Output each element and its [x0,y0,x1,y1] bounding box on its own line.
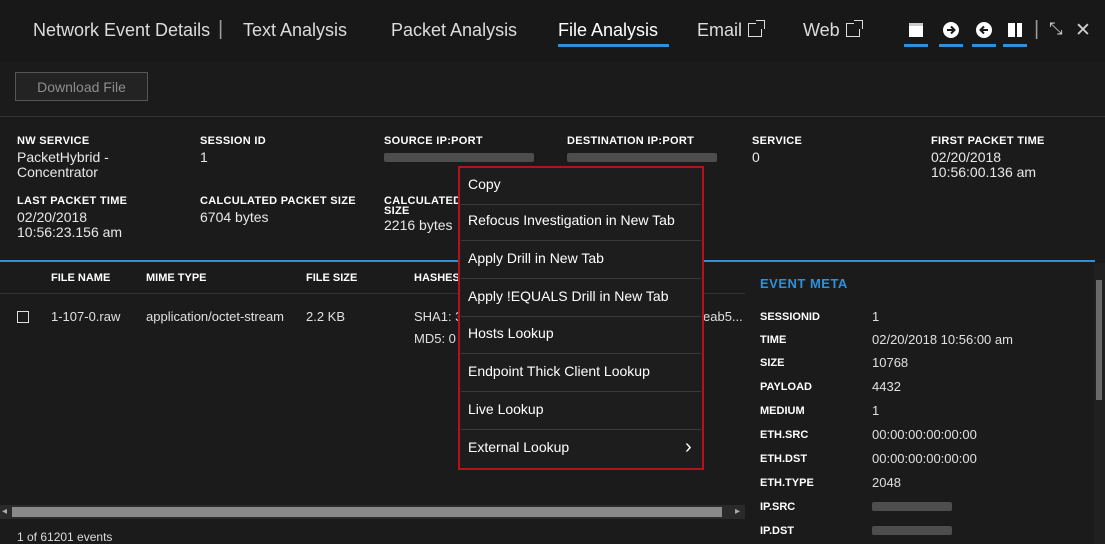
layout-split-underline [1003,44,1027,47]
event-meta-value[interactable]: 00:00:00:00:00:00 [872,427,977,442]
horizontal-scroll-thumb[interactable] [12,507,722,517]
download-file-button[interactable]: Download File [15,72,148,101]
destination-ip-value-redacted [567,153,717,162]
event-meta-key: ETH.TYPE [760,477,814,489]
nw-service-label: NW SERVICE [17,135,90,147]
context-menu-separator [461,391,701,392]
event-meta-title: EVENT META [760,276,848,291]
tab-email[interactable]: Email [697,20,766,41]
event-meta-value[interactable]: 1 [872,309,879,324]
first-packet-time-clock: 10:56:00.136 am [931,164,1037,180]
layout-split-icon[interactable] [1006,21,1024,39]
tab-file-analysis[interactable]: File Analysis [558,20,658,41]
row-checkbox[interactable] [17,311,29,323]
arrow-right-underline [939,44,963,47]
active-tab-indicator [558,44,669,47]
event-meta-key: SIZE [760,357,785,369]
context-menu-item-copy[interactable]: Copy [468,176,501,192]
submenu-arrow-icon: › [685,436,692,458]
calculated-packet-size-label: CALCULATED PACKET SIZE [200,195,356,207]
first-packet-time-label: FIRST PACKET TIME [931,135,1045,147]
session-id-label: SESSION ID [200,135,266,147]
last-packet-time-date: 02/20/2018 [17,209,88,225]
event-meta-value[interactable]: 02/20/2018 10:56:00 am [872,332,1013,347]
destination-ip-label: DESTINATION IP:PORT [567,135,695,147]
context-menu-separator [461,278,701,279]
row-md5: MD5: 0 [414,331,456,346]
vertical-scroll-thumb[interactable] [1096,280,1102,400]
row-mime-type: application/octet-stream [146,309,285,324]
source-ip-label: SOURCE IP:PORT [384,135,483,147]
tab-packet-analysis[interactable]: Packet Analysis [391,20,517,41]
close-icon[interactable]: ✕ [1075,19,1091,42]
context-menu-separator [461,316,701,317]
event-meta-value-redacted [872,526,952,535]
scroll-left-icon[interactable]: ◂ [2,506,7,517]
calculated-packet-size-value: 6704 bytes [200,209,269,225]
external-link-icon [748,20,766,37]
toolbar-separator: | [1034,18,1040,40]
event-meta-value[interactable]: 00:00:00:00:00:00 [872,451,977,466]
event-meta-key: MEDIUM [760,405,805,417]
divider [0,116,1105,117]
col-file-size[interactable]: FILE SIZE [306,272,357,284]
context-menu-separator [461,204,701,205]
source-ip-value-redacted [384,153,534,162]
row-file-size: 2.2 KB [306,309,346,324]
collapse-icon[interactable]: ⤡ [1049,19,1063,39]
row-file-name[interactable]: 1-107-0.raw [51,309,120,324]
context-menu-item-apply-equals-drill-in-new-tab[interactable]: Apply !EQUALS Drill in New Tab [468,288,668,304]
event-meta-value-redacted [872,502,952,511]
events-count: 1 of 61201 events [17,530,113,544]
context-menu-separator [461,429,701,430]
event-meta-key: IP.DST [760,525,795,537]
layout-full-icon[interactable] [907,21,925,39]
calculated-size-value: 2216 bytes [384,217,453,233]
last-packet-time-label: LAST PACKET TIME [17,195,128,207]
scroll-right-icon[interactable]: ▸ [735,506,740,517]
event-meta-value[interactable]: 2048 [872,475,901,490]
event-meta-key: PAYLOAD [760,381,812,393]
col-hashes[interactable]: HASHES [414,272,460,284]
tab-separator: | [218,18,224,40]
layout-full-underline [904,44,928,47]
event-meta-key: ETH.DST [760,453,808,465]
calculated-size-label-2: SIZE [384,205,410,217]
context-menu-item-endpoint-thick-client-lookup[interactable]: Endpoint Thick Client Lookup [468,363,650,379]
nw-service-value: PacketHybrid - Concentrator [17,149,109,180]
col-mime-type[interactable]: MIME TYPE [146,272,207,284]
tab-text-analysis[interactable]: Text Analysis [243,20,347,41]
event-meta-value[interactable]: 10768 [872,355,908,370]
event-meta-key: IP.SRC [760,501,796,513]
col-file-name[interactable]: FILE NAME [51,272,110,284]
arrow-left-underline [972,44,996,47]
event-meta-key: TIME [760,334,787,346]
external-link-icon [845,20,863,37]
tab-email-label: Email [697,20,743,40]
last-packet-time-clock: 10:56:23.156 am [17,224,123,240]
event-meta-value[interactable]: 4432 [872,379,901,394]
context-menu-item-external-lookup[interactable]: External Lookup [468,439,569,455]
arrow-left-circle-icon[interactable] [975,21,993,39]
row-hash-tail: eab5... [703,309,743,324]
row-sha1: SHA1: 3 [414,309,463,324]
first-packet-time-date: 02/20/2018 [931,149,1002,165]
context-menu-separator [461,240,701,241]
event-meta-key: SESSIONID [760,311,820,323]
context-menu-item-apply-drill-in-new-tab[interactable]: Apply Drill in New Tab [468,250,604,266]
service-label: SERVICE [752,135,803,147]
tab-web-label: Web [803,20,840,40]
tab-network-event-details[interactable]: Network Event Details [33,20,210,41]
tab-web[interactable]: Web [803,20,863,41]
context-menu-separator [461,353,701,354]
event-meta-value[interactable]: 1 [872,403,879,418]
context-menu-item-live-lookup[interactable]: Live Lookup [468,401,544,417]
context-menu-item-hosts-lookup[interactable]: Hosts Lookup [468,325,554,341]
event-meta-key: ETH.SRC [760,429,809,441]
context-menu-item-refocus-investigation-in-new-tab[interactable]: Refocus Investigation in New Tab [468,212,675,228]
service-value: 0 [752,149,760,165]
arrow-right-circle-icon[interactable] [942,21,960,39]
session-id-value: 1 [200,149,208,165]
